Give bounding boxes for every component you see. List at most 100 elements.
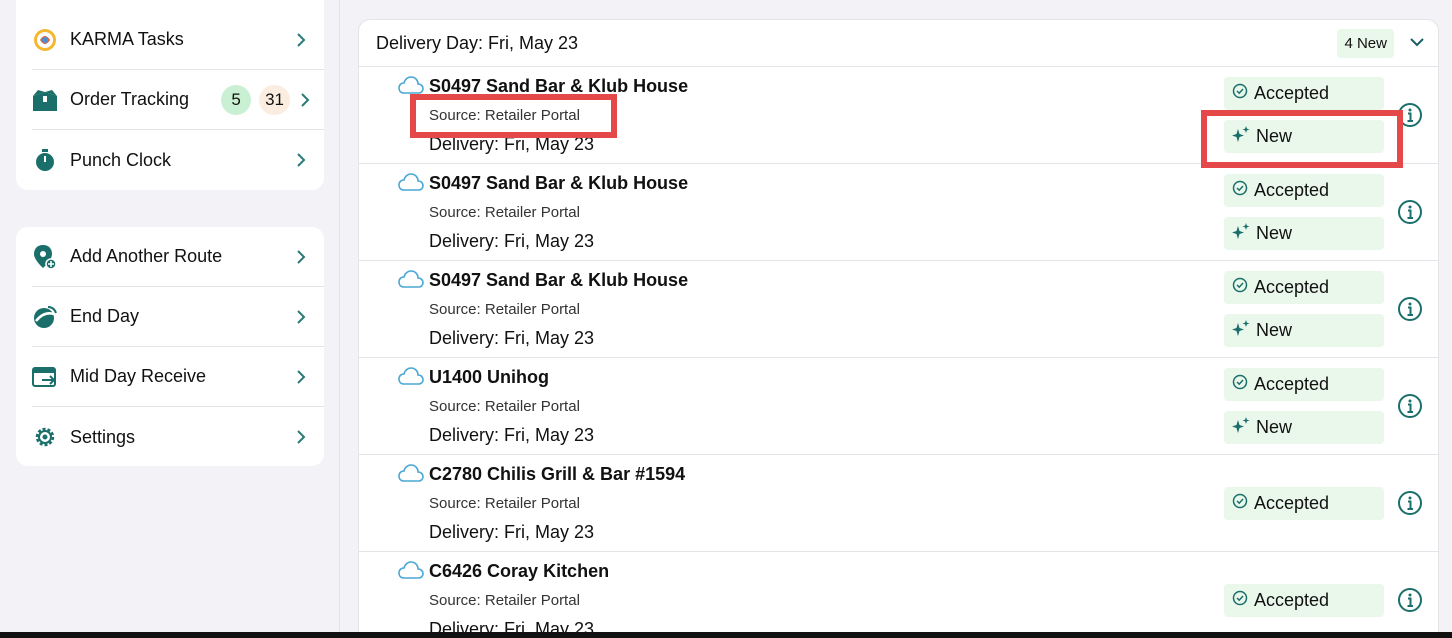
order-count-badge: 5	[221, 84, 252, 115]
route-pin-icon	[32, 244, 58, 270]
info-icon[interactable]	[1397, 296, 1423, 322]
sidebar-item-end-day[interactable]: End Day	[32, 287, 324, 347]
order-row[interactable]: U1400 Unihog Source: Retailer Portal Deliv…	[359, 358, 1438, 455]
status-accepted[interactable]: Accepted	[1224, 368, 1384, 401]
info-icon[interactable]	[1397, 587, 1423, 613]
sidebar: KARMA Tasks Order Tracking 5 31 Punch Cl…	[0, 0, 340, 638]
check-circle-icon	[1232, 83, 1254, 104]
package-icon	[32, 87, 58, 113]
info-icon[interactable]	[1397, 490, 1423, 516]
check-circle-icon	[1232, 374, 1254, 395]
cloud-sync-icon	[398, 270, 424, 293]
status-accepted[interactable]: Accepted	[1224, 487, 1384, 520]
gear-icon	[32, 424, 58, 450]
sidebar-item-punch-clock[interactable]: Punch Clock	[32, 130, 324, 190]
check-circle-icon	[1232, 493, 1254, 514]
calendar-receive-icon	[32, 364, 58, 390]
check-circle-icon	[1232, 590, 1254, 611]
bottom-edge-bar	[0, 632, 1452, 638]
check-circle-icon	[1232, 180, 1254, 201]
cloud-sync-icon	[398, 173, 424, 196]
stopwatch-icon	[32, 147, 58, 173]
order-source: Source: Retailer Portal	[429, 592, 580, 609]
sidebar-item-label: KARMA Tasks	[70, 29, 184, 49]
order-row[interactable]: C6426 Coray Kitchen Source: Retailer Port…	[359, 552, 1438, 638]
chevron-right-icon	[290, 32, 312, 47]
status-label: Accepted	[1254, 493, 1330, 513]
status-label: Accepted	[1254, 83, 1330, 103]
sparkle-icon	[1232, 223, 1256, 244]
sparkle-icon	[1232, 417, 1256, 438]
status-new[interactable]: New	[1224, 411, 1384, 444]
order-row[interactable]: S0497 Sand Bar & Klub House Source: Retai…	[359, 67, 1438, 164]
sidebar-item-settings[interactable]: Settings	[32, 407, 324, 467]
order-customer-name: S0497 Sand Bar & Klub House	[429, 76, 689, 96]
order-count-badge: 31	[259, 84, 290, 115]
delivery-day-header[interactable]: Delivery Day: Fri, May 23 4 New	[359, 20, 1438, 67]
sidebar-item-add-another-route[interactable]: Add Another Route	[32, 227, 324, 287]
status-label: New	[1256, 320, 1293, 340]
status-accepted[interactable]: Accepted	[1224, 584, 1384, 617]
status-accepted[interactable]: Accepted	[1224, 174, 1384, 207]
chevron-right-icon	[290, 153, 312, 167]
order-source: Source: Retailer Portal	[429, 301, 580, 318]
delivery-day-panel: Delivery Day: Fri, May 23 4 New S0497 Sa…	[358, 19, 1439, 638]
sidebar-item-order-tracking[interactable]: Order Tracking 5 31	[32, 70, 324, 130]
order-delivery-date: Delivery: Fri, May 23	[429, 134, 595, 154]
sidebar-item-label: Punch Clock	[70, 149, 172, 170]
sidebar-item-mid-day-receive[interactable]: Mid Day Receive	[32, 347, 324, 407]
cloud-sync-icon	[398, 561, 424, 584]
order-customer-name: C2780 Chilis Grill & Bar #1594	[429, 464, 686, 484]
order-customer-name: S0497 Sand Bar & Klub House	[429, 173, 689, 193]
chevron-right-icon	[290, 369, 312, 384]
status-label: Accepted	[1254, 590, 1330, 610]
status-accepted[interactable]: Accepted	[1224, 77, 1384, 110]
check-circle-icon	[1232, 277, 1254, 298]
status-label: Accepted	[1254, 180, 1330, 200]
order-customer-name: U1400 Unihog	[429, 367, 550, 387]
order-source: Source: Retailer Portal	[429, 204, 580, 221]
order-row[interactable]: C2780 Chilis Grill & Bar #1594 Source: Re…	[359, 455, 1438, 552]
status-new[interactable]: New	[1224, 120, 1384, 153]
status-label: New	[1256, 223, 1293, 243]
status-new[interactable]: New	[1224, 217, 1384, 250]
chevron-right-icon	[290, 249, 312, 264]
status-accepted[interactable]: Accepted	[1224, 271, 1384, 304]
order-delivery-date: Delivery: Fri, May 23	[429, 328, 595, 348]
cloud-sync-icon	[398, 464, 424, 487]
status-label: New	[1256, 417, 1293, 437]
order-source: Source: Retailer Portal	[429, 107, 580, 124]
end-day-icon	[32, 304, 58, 330]
chevron-right-icon	[290, 430, 312, 444]
chevron-down-icon[interactable]	[1410, 34, 1424, 52]
order-row[interactable]: S0497 Sand Bar & Klub House Source: Retai…	[359, 164, 1438, 261]
chevron-right-icon	[290, 309, 312, 324]
order-customer-name: S0497 Sand Bar & Klub House	[429, 270, 689, 290]
sidebar-card-top: KARMA Tasks Order Tracking 5 31 Punch Cl…	[16, 0, 324, 190]
delivery-day-title: Delivery Day: Fri, May 23	[376, 32, 579, 53]
status-label: Accepted	[1254, 374, 1330, 394]
order-delivery-date: Delivery: Fri, May 23	[429, 231, 595, 251]
sidebar-item-karma-tasks[interactable]: KARMA Tasks	[32, 10, 324, 70]
cloud-sync-icon	[398, 76, 424, 99]
status-label: Accepted	[1254, 277, 1330, 297]
chevron-right-icon	[298, 92, 312, 107]
sidebar-item-label: End Day	[70, 306, 140, 326]
info-icon[interactable]	[1397, 102, 1423, 128]
order-source: Source: Retailer Portal	[429, 398, 580, 415]
sidebar-card-bottom: Add Another Route End Day Mid Day Receiv…	[16, 227, 324, 466]
order-delivery-date: Delivery: Fri, May 23	[429, 425, 595, 445]
info-icon[interactable]	[1397, 199, 1423, 225]
sidebar-item-label: Add Another Route	[70, 246, 223, 266]
karma-icon	[32, 27, 58, 53]
sparkle-icon	[1232, 126, 1256, 147]
order-row[interactable]: S0497 Sand Bar & Klub House Source: Retai…	[359, 261, 1438, 358]
sidebar-item-label: Settings	[70, 426, 136, 447]
order-delivery-date: Delivery: Fri, May 23	[429, 522, 595, 542]
order-customer-name: C6426 Coray Kitchen	[429, 561, 610, 581]
cloud-sync-icon	[398, 367, 424, 390]
info-icon[interactable]	[1397, 393, 1423, 419]
status-new[interactable]: New	[1224, 314, 1384, 347]
order-source: Source: Retailer Portal	[429, 495, 580, 512]
sidebar-item-label: Order Tracking	[70, 89, 190, 109]
